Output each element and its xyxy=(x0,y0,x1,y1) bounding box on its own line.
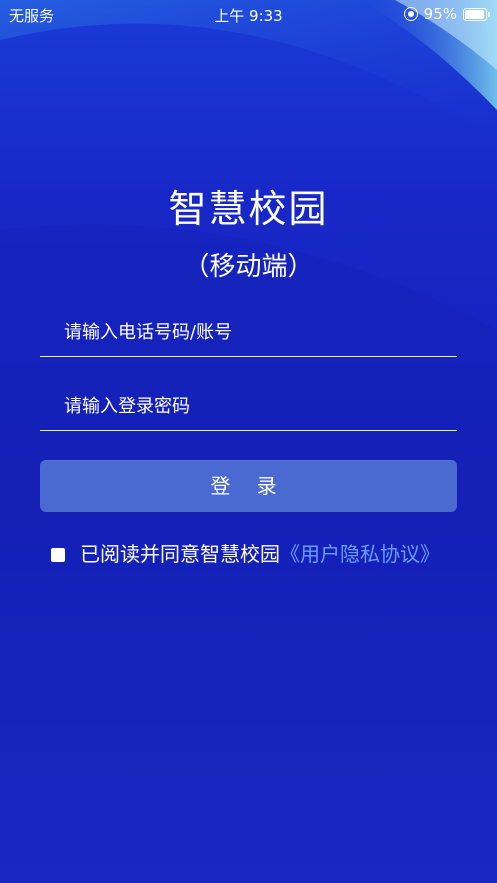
status-bar: 无服务 上午 9:33 95% xyxy=(0,0,497,28)
app-title: 智慧校园 xyxy=(168,187,329,231)
privacy-policy-link[interactable]: 《用户隐私协议》 xyxy=(280,542,440,566)
password-input[interactable] xyxy=(62,382,446,430)
app-subtitle: （移动端） xyxy=(183,252,314,282)
agree-checkbox[interactable] xyxy=(51,548,65,562)
battery-icon xyxy=(463,7,490,21)
agreement-text: 已阅读并同意智慧校园 xyxy=(80,542,280,566)
password-field xyxy=(40,382,457,431)
status-right: 95% xyxy=(403,5,490,23)
login-screen: 智慧校园 （移动端） 登 录 已阅读并同意智慧校园《用户隐私协议》 xyxy=(0,0,497,883)
phone-field xyxy=(40,308,457,357)
agreement-row: 已阅读并同意智慧校园《用户隐私协议》 xyxy=(40,539,440,569)
login-button[interactable]: 登 录 xyxy=(40,460,457,512)
phone-input[interactable] xyxy=(62,308,446,356)
battery-percent: 95% xyxy=(423,5,457,23)
orientation-lock-icon xyxy=(403,7,418,21)
